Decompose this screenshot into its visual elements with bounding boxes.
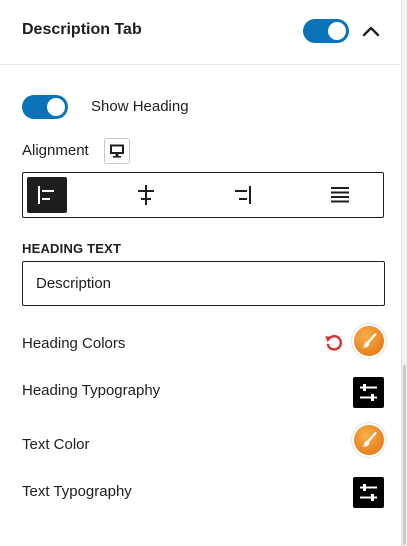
text-color-label: Text Color [22, 436, 90, 453]
heading-text-label: HEADING TEXT [22, 241, 122, 256]
settings-panel: Description Tab Show Heading Alignment H… [0, 0, 402, 546]
panel-header[interactable]: Description Tab [0, 0, 400, 65]
heading-typography-button[interactable] [353, 377, 384, 408]
paintbrush-icon [362, 333, 377, 348]
paintbrush-icon [362, 432, 377, 447]
align-justify-icon [331, 187, 349, 203]
text-color-picker[interactable] [354, 425, 384, 455]
chevron-up-icon[interactable] [359, 20, 383, 44]
alignment-button-group [22, 172, 384, 218]
toggle-knob [328, 22, 346, 40]
align-center-icon [138, 185, 154, 205]
alignment-label: Alignment [22, 142, 89, 159]
text-typography-label: Text Typography [22, 483, 132, 500]
text-typography-button[interactable] [353, 477, 384, 508]
heading-color-picker[interactable] [354, 326, 384, 356]
align-justify-button[interactable] [320, 177, 360, 213]
heading-typography-label: Heading Typography [22, 382, 161, 399]
desktop-icon [110, 144, 124, 158]
show-heading-toggle[interactable] [22, 95, 68, 119]
align-right-icon [235, 186, 251, 204]
reset-icon[interactable] [323, 332, 345, 354]
panel-enable-toggle[interactable] [303, 19, 349, 43]
sliders-icon [360, 384, 377, 401]
toggle-knob [47, 98, 65, 116]
sliders-icon [360, 484, 377, 501]
scrollbar-thumb[interactable] [403, 365, 406, 545]
heading-colors-label: Heading Colors [22, 335, 126, 352]
align-left-button[interactable] [27, 177, 67, 213]
heading-text-input[interactable] [22, 261, 385, 306]
align-left-icon [38, 186, 54, 204]
show-heading-label: Show Heading [91, 98, 189, 115]
panel-title: Description Tab [22, 21, 142, 38]
align-right-button[interactable] [222, 177, 262, 213]
responsive-device-button[interactable] [104, 138, 130, 164]
scrollbar[interactable] [402, 0, 407, 546]
align-center-button[interactable] [126, 177, 166, 213]
